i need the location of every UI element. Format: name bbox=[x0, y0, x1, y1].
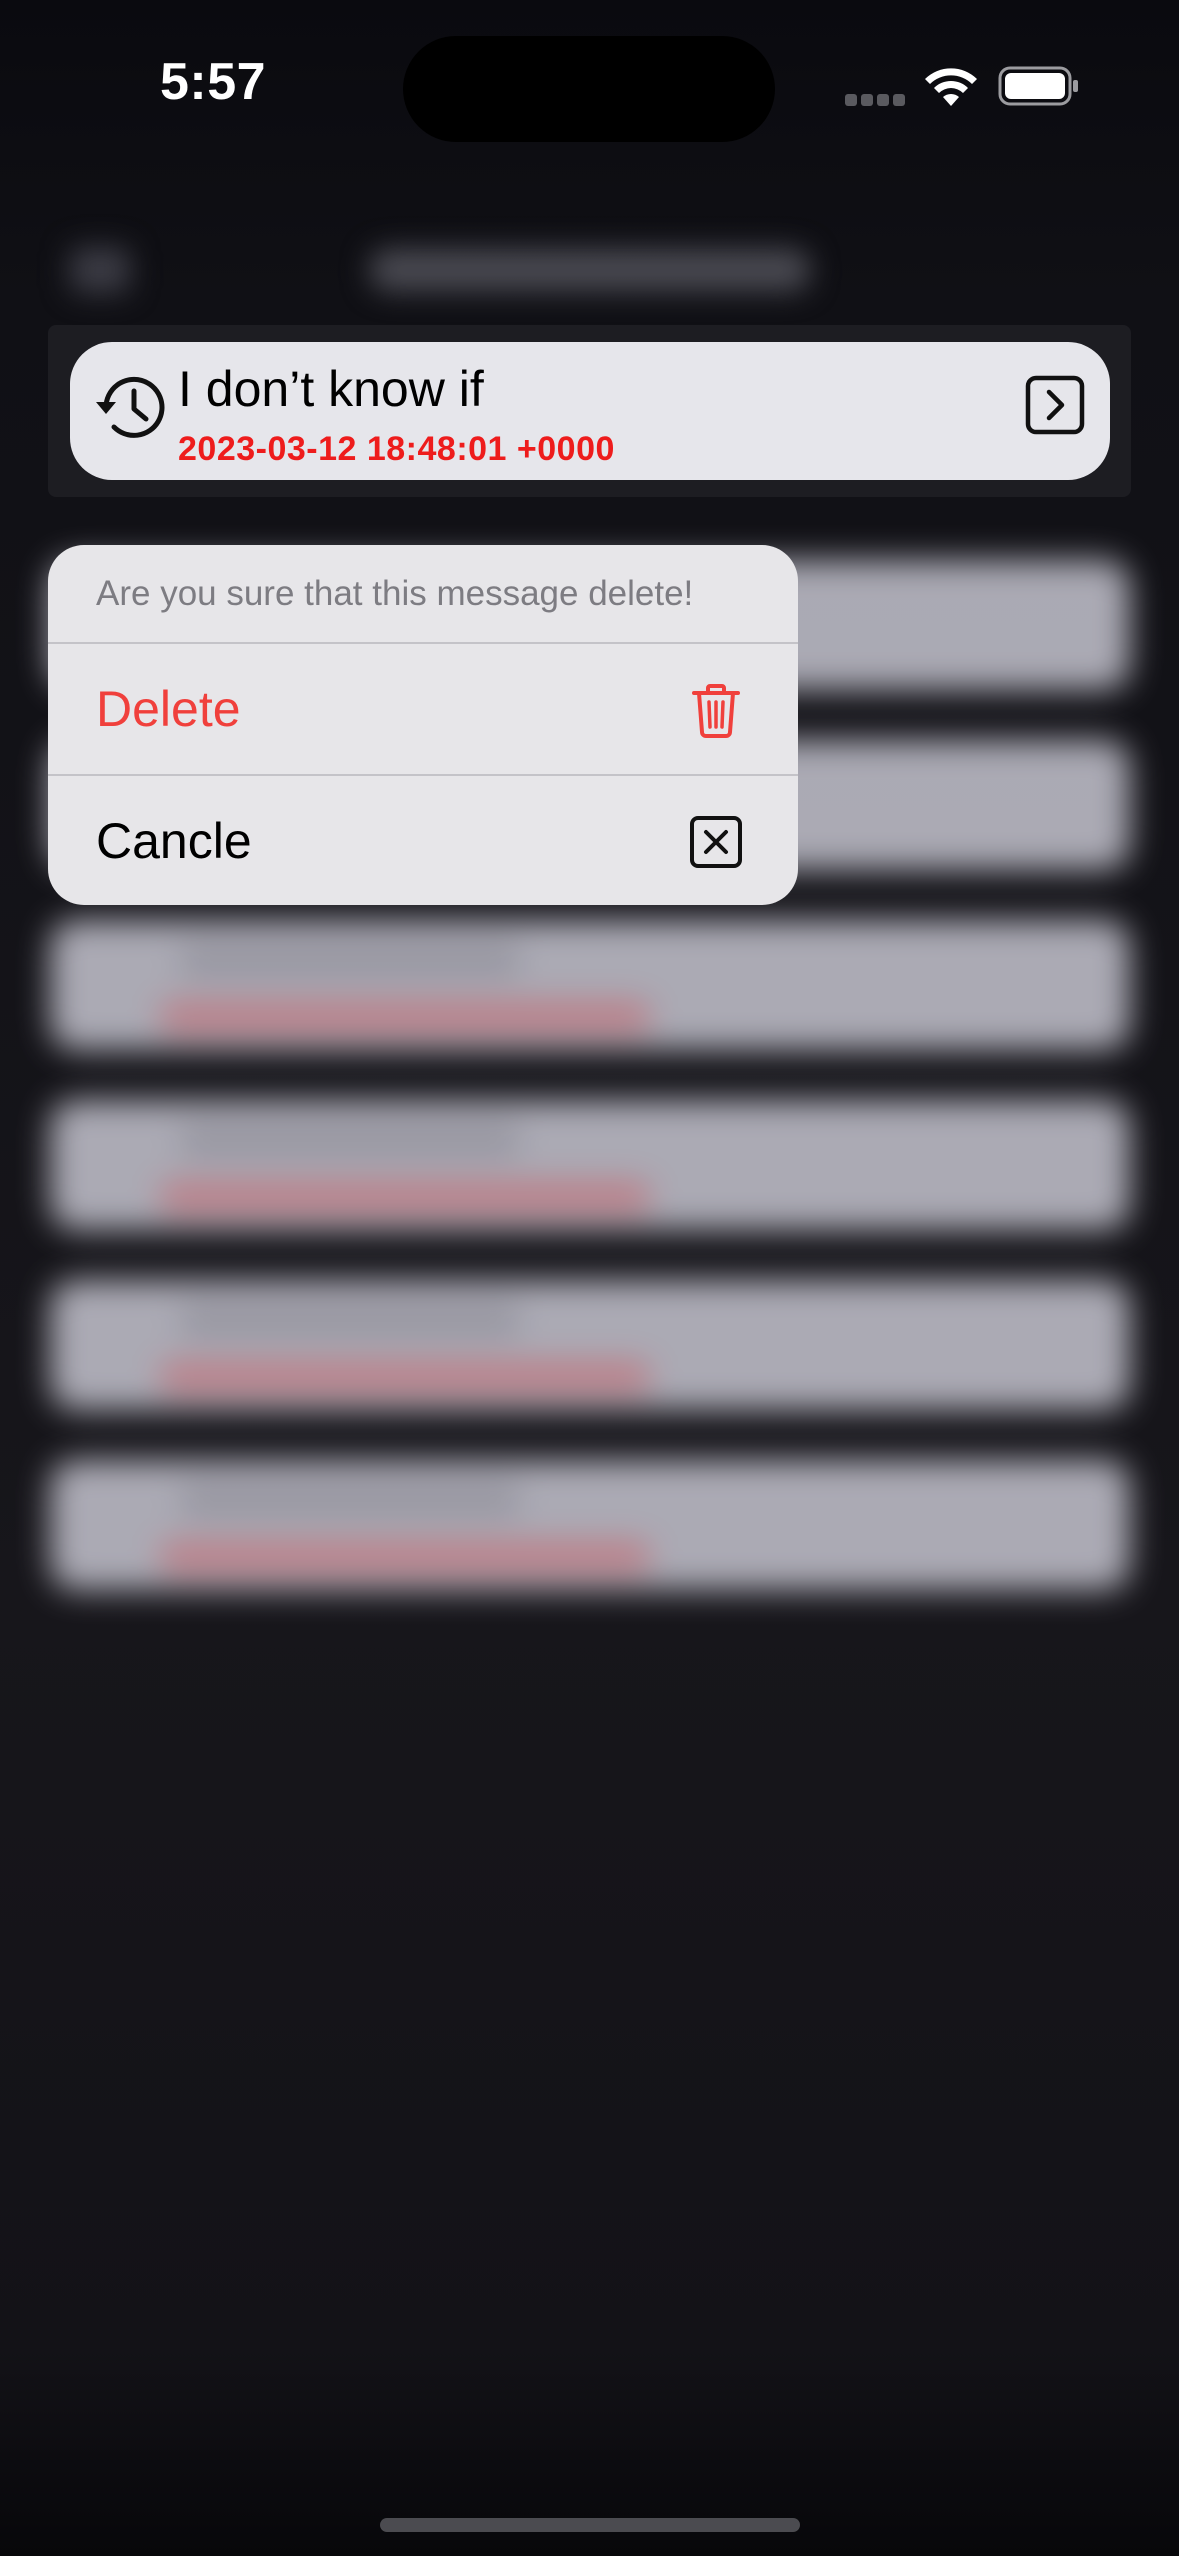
history-icon bbox=[96, 376, 165, 438]
status-time: 5:57 bbox=[160, 53, 267, 111]
blurred-list-item bbox=[50, 1100, 1130, 1230]
close-square-icon bbox=[690, 816, 742, 868]
cancel-menu-item[interactable]: Cancle bbox=[48, 776, 798, 905]
chevron-right-square-icon[interactable] bbox=[1025, 374, 1085, 436]
message-title: I don’t know if bbox=[178, 361, 484, 417]
back-icon bbox=[70, 247, 130, 293]
focused-message-card[interactable]: I don’t know if 2023-03-12 18:48:01 +000… bbox=[70, 342, 1110, 480]
wifi-icon bbox=[925, 68, 977, 106]
blurred-nav-title bbox=[370, 249, 810, 291]
cancel-label: Cancle bbox=[96, 813, 252, 869]
home-indicator[interactable] bbox=[380, 2518, 800, 2532]
cellular-signal-icon bbox=[845, 94, 905, 108]
message-timestamp: 2023-03-12 18:48:01 +0000 bbox=[178, 430, 615, 468]
blurred-navigation-bar bbox=[70, 235, 1110, 305]
delete-label: Delete bbox=[96, 681, 241, 737]
menu-header: Are you sure that this message delete! bbox=[96, 574, 694, 613]
battery-icon bbox=[998, 66, 1078, 106]
blurred-list-item bbox=[50, 920, 1130, 1050]
trash-icon bbox=[692, 684, 740, 738]
dynamic-island bbox=[403, 36, 775, 142]
blurred-list-item bbox=[50, 1280, 1130, 1410]
blurred-list-item bbox=[50, 1460, 1130, 1590]
screen: 5:57 I don’t know if 2023-03-12 18:48:01… bbox=[0, 0, 1179, 2556]
delete-menu-item[interactable]: Delete bbox=[48, 644, 798, 774]
context-menu: Are you sure that this message delete! D… bbox=[48, 545, 798, 905]
